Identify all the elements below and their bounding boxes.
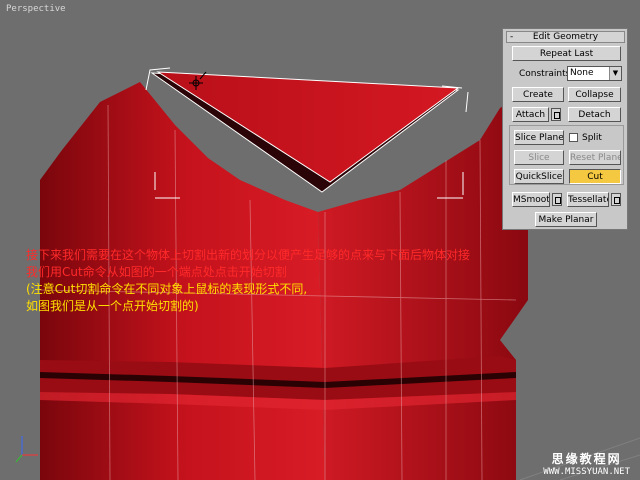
- rollout-header[interactable]: - Edit Geometry: [506, 31, 625, 43]
- slice-button[interactable]: Slice: [514, 150, 564, 165]
- constraints-label: Constraints:: [519, 69, 574, 79]
- edit-geometry-rollout: - Edit Geometry Repeat Last Constraints:…: [502, 28, 628, 230]
- watermark: 思缘教程网 WWW.MISSYUAN.NET: [543, 450, 630, 477]
- tessellate-settings-icon[interactable]: [611, 193, 621, 206]
- tutorial-line-2: 我们用Cut命令从如图的一个端点处点击开始切割: [26, 265, 287, 279]
- tutorial-line-3: (注意Cut切割命令在不同对象上鼠标的表现形式不同,: [26, 282, 308, 296]
- axis-tripod-icon: [15, 436, 38, 463]
- tutorial-line-1: 接下来我们需要在这个物体上切割出新的划分以便产生足够的点来与下面后物体对接: [26, 248, 471, 262]
- constraints-value: None: [570, 68, 594, 78]
- slice-plane-button[interactable]: Slice Plane: [514, 130, 564, 145]
- attach-settings-icon[interactable]: [551, 108, 561, 121]
- make-planar-button[interactable]: Make Planar: [535, 212, 597, 227]
- viewport-label[interactable]: Perspective: [6, 4, 66, 14]
- tessellate-button[interactable]: Tessellate: [567, 192, 609, 207]
- msmooth-button[interactable]: MSmooth: [512, 192, 550, 207]
- tutorial-line-4: 如图我们是从一个点开始切割的): [26, 299, 199, 313]
- watermark-text: 思缘教程网: [551, 452, 622, 466]
- rollout-collapse-icon[interactable]: -: [510, 32, 513, 43]
- constraints-dropdown[interactable]: None ▼: [567, 66, 622, 81]
- collapse-button[interactable]: Collapse: [568, 87, 621, 102]
- rollout-title: Edit Geometry: [532, 32, 599, 42]
- cut-button[interactable]: Cut: [569, 169, 621, 184]
- create-button[interactable]: Create: [512, 87, 564, 102]
- tutorial-text: 接下来我们需要在这个物体上切割出新的划分以便产生足够的点来与下面后物体对接 我们…: [26, 247, 470, 315]
- repeat-last-button[interactable]: Repeat Last: [512, 46, 621, 61]
- msmooth-settings-icon[interactable]: [552, 193, 562, 206]
- detach-button[interactable]: Detach: [568, 107, 621, 122]
- perspective-viewport[interactable]: Perspective 接下来我们需要在这个物体上切割出新的划分以便产生足够的点…: [0, 0, 640, 480]
- watermark-url: WWW.MISSYUAN.NET: [543, 467, 630, 477]
- chevron-down-icon[interactable]: ▼: [609, 67, 621, 80]
- quickslice-button[interactable]: QuickSlice: [514, 169, 564, 184]
- split-label: Split: [582, 133, 602, 143]
- reset-plane-button[interactable]: Reset Plane: [569, 150, 621, 165]
- attach-button[interactable]: Attach: [512, 107, 549, 122]
- split-checkbox[interactable]: [569, 133, 578, 142]
